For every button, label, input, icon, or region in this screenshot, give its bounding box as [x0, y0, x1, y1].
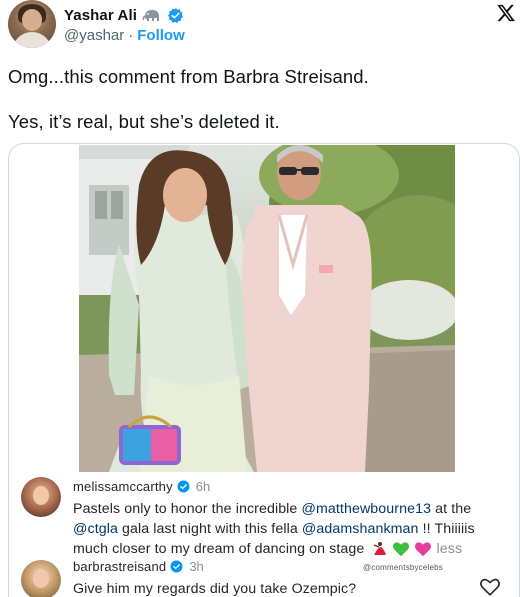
comment-username-2[interactable]: barbrastreisand: [73, 559, 166, 574]
avatar-shirt: [12, 32, 52, 48]
handle-separator: ·: [128, 27, 134, 44]
author-avatar[interactable]: [8, 0, 56, 48]
author-display-name[interactable]: Yashar Ali: [64, 7, 137, 24]
comment-time-1: 6h: [195, 479, 211, 494]
comment-header-1: melissamccarthy 6h: [73, 479, 210, 494]
comment-username-1[interactable]: melissamccarthy: [73, 479, 173, 494]
instagram-comments: melissamccarthy 6h Pastels only to honor…: [9, 472, 519, 597]
author-handle[interactable]: @yashar: [64, 27, 124, 44]
watermark: @commentsbycelebs: [363, 563, 443, 572]
mention-matthewbourne13[interactable]: @matthewbourne13: [301, 501, 431, 517]
ig-verified-icon: [170, 560, 183, 573]
comment-text-1: Pastels only to honor the incredible @ma…: [73, 499, 513, 559]
ig-verified-icon: [177, 480, 190, 493]
photo-image[interactable]: [79, 145, 455, 472]
follow-button[interactable]: Follow: [137, 27, 185, 44]
mention-ctgla[interactable]: @ctgla: [73, 521, 118, 537]
comment-time-2: 3h: [189, 559, 204, 574]
show-less-link[interactable]: less: [437, 541, 463, 557]
pink-heart-emoji: [415, 542, 432, 557]
mention-adamshankman[interactable]: @adamshankman: [302, 521, 419, 537]
elephant-icon: [142, 10, 159, 21]
comment-1-part-4: gala last night with this fella: [117, 521, 302, 537]
avatar-face: [33, 569, 49, 588]
heart-icon[interactable]: [479, 576, 501, 597]
photo-scene: [79, 145, 455, 472]
commenter-avatar-barbra[interactable]: [21, 560, 61, 597]
verified-icon: [167, 7, 183, 23]
comment-1-part-0: Pastels only to honor the incredible: [73, 501, 302, 517]
comment-header-2: barbrastreisand 3h: [73, 559, 204, 574]
commenter-avatar-melissa[interactable]: [21, 477, 61, 517]
author-handle-row: @yashar · Follow: [64, 27, 185, 44]
author-name-row: Yashar Ali: [64, 5, 184, 25]
green-heart-emoji: [393, 542, 410, 557]
avatar-face: [22, 9, 42, 31]
comment-1-part-2: at the: [431, 501, 472, 517]
comment-text-2: Give him my regards did you take Ozempic…: [73, 581, 357, 597]
tweet-text-line-2: Yes, it’s real, but she’s deleted it.: [8, 111, 280, 132]
avatar-face: [33, 486, 49, 505]
media-card[interactable]: melissamccarthy 6h Pastels only to honor…: [8, 143, 520, 597]
tweet-text-line-1: Omg...this comment from Barbra Streisand…: [8, 66, 369, 87]
x-logo-icon[interactable]: [496, 3, 516, 23]
dancer-emoji: [374, 542, 387, 556]
